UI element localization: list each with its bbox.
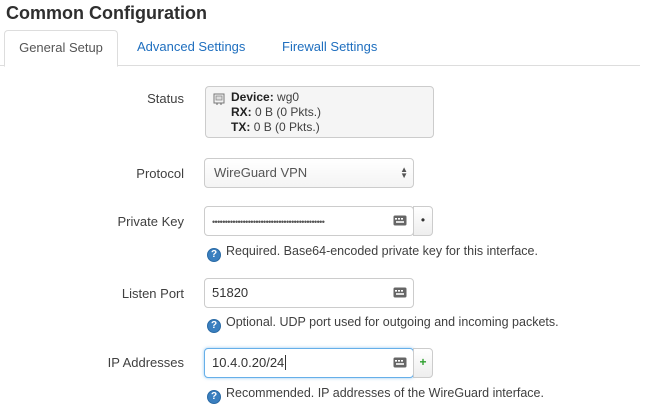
- rx-key: RX:: [231, 105, 252, 119]
- ip-addresses-help: ? Recommended. IP addresses of the WireGu…: [207, 385, 544, 404]
- question-circle-icon: ?: [207, 319, 221, 333]
- ethernet-port-icon: [213, 93, 225, 105]
- private-key-label: Private Key: [117, 214, 184, 229]
- private-key-help: ? Required. Base64-encoded private key fo…: [207, 243, 538, 262]
- status-label: Status: [147, 91, 184, 106]
- private-key-input[interactable]: ••••••••••••••••••••••••••••••••••••••••…: [204, 206, 414, 236]
- ip-addresses-value: 10.4.0.20/24: [212, 355, 285, 370]
- keyboard-icon[interactable]: [393, 215, 407, 226]
- page-title: Common Configuration: [6, 3, 207, 23]
- protocol-value: WireGuard VPN: [214, 165, 308, 180]
- protocol-label: Protocol: [136, 166, 184, 181]
- reveal-password-button[interactable]: •: [413, 206, 433, 236]
- protocol-select[interactable]: WireGuard VPN ▲ ▼: [204, 158, 414, 188]
- listen-port-label: Listen Port: [121, 286, 184, 301]
- tab-advanced-settings[interactable]: Advanced Settings: [137, 30, 245, 66]
- private-key-help-text: Required. Base64-encoded private key for…: [226, 244, 538, 258]
- ip-addresses-label: IP Addresses: [107, 355, 184, 370]
- device-value: wg0: [277, 90, 300, 104]
- listen-port-help-text: Optional. UDP port used for outgoing and…: [226, 315, 559, 329]
- question-circle-icon: ?: [207, 248, 221, 262]
- select-arrows-icon: ▲ ▼: [400, 165, 408, 180]
- tx-key: TX:: [231, 120, 251, 134]
- status-box: Device: wg0 RX: 0 B (0 Pkts.) TX: 0 B (0…: [205, 86, 434, 138]
- device-key: Device:: [231, 90, 274, 104]
- question-circle-icon: ?: [207, 390, 221, 404]
- ip-addresses-help-text: Recommended. IP addresses of the WireGua…: [226, 386, 544, 400]
- add-ip-address-button[interactable]: +: [413, 348, 433, 378]
- rx-value: 0 B (0 Pkts.): [255, 105, 322, 119]
- listen-port-value: 51820: [212, 285, 249, 300]
- tab-general-setup[interactable]: General Setup: [4, 30, 118, 67]
- listen-port-help: ? Optional. UDP port used for outgoing an…: [207, 314, 559, 333]
- tab-firewall-settings[interactable]: Firewall Settings: [282, 30, 377, 66]
- keyboard-icon[interactable]: [393, 357, 407, 368]
- listen-port-input[interactable]: 51820: [204, 278, 414, 308]
- tab-bar: General Setup Advanced Settings Firewall…: [0, 30, 640, 67]
- private-key-value: ••••••••••••••••••••••••••••••••••••••••…: [212, 217, 325, 227]
- ip-addresses-input[interactable]: 10.4.0.20/24: [204, 348, 414, 378]
- tx-value: 0 B (0 Pkts.): [253, 120, 320, 134]
- keyboard-icon[interactable]: [393, 287, 407, 298]
